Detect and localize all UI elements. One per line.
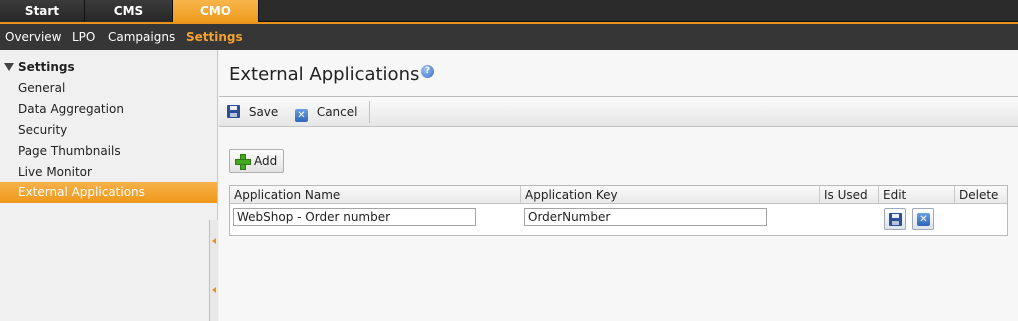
- cancel-icon: ✕: [917, 213, 930, 226]
- row-cancel-button[interactable]: ✕: [912, 208, 934, 230]
- plus-icon: [235, 154, 251, 170]
- column-delete: Delete: [959, 188, 999, 202]
- save-icon: [889, 213, 902, 226]
- sidebar-item-general[interactable]: General: [0, 78, 217, 99]
- sidebar: Settings General Data Aggregation Securi…: [0, 50, 218, 321]
- column-edit: Edit: [879, 186, 955, 204]
- tab-cmo[interactable]: CMO: [173, 0, 259, 22]
- column-application-key[interactable]: Application Key: [521, 186, 820, 204]
- sidebar-item-security[interactable]: Security: [0, 120, 217, 141]
- top-tab-bar: Start CMS CMO: [0, 0, 1018, 22]
- cancel-button-label: Cancel: [316, 105, 358, 119]
- table-header: Application Name Application Key Is Used…: [230, 186, 1007, 204]
- subnav-overview[interactable]: Overview: [5, 24, 62, 50]
- cancel-button[interactable]: ✕ Cancel: [295, 97, 357, 127]
- application-key-input[interactable]: [524, 208, 767, 226]
- main-panel: External Applications ? Save ✕ Cancel Ad…: [219, 50, 1018, 321]
- sidebar-header[interactable]: Settings: [4, 60, 75, 74]
- subnav-settings[interactable]: Settings: [186, 24, 243, 50]
- column-is-used[interactable]: Is Used: [820, 186, 879, 204]
- add-button-label: Add: [254, 154, 278, 168]
- save-button-label: Save: [248, 105, 279, 119]
- sidebar-item-page-thumbnails[interactable]: Page Thumbnails: [0, 141, 217, 162]
- sidebar-header-label: Settings: [18, 60, 75, 74]
- collapse-arrow-icon-lower[interactable]: [212, 287, 216, 293]
- cancel-icon: ✕: [295, 109, 308, 122]
- tab-start[interactable]: Start: [0, 0, 85, 22]
- help-icon[interactable]: ?: [421, 65, 434, 78]
- sidebar-item-external-applications[interactable]: External Applications: [0, 182, 217, 203]
- applications-table: Application Name Application Key Is Used…: [229, 185, 1008, 236]
- sub-nav: Overview LPO Campaigns Settings: [0, 22, 1018, 50]
- subnav-lpo[interactable]: LPO: [72, 24, 95, 50]
- application-name-input[interactable]: [233, 208, 476, 226]
- add-button[interactable]: Add: [229, 149, 284, 173]
- expand-arrow-icon[interactable]: [4, 63, 14, 71]
- row-save-button[interactable]: [884, 208, 906, 230]
- toolbar-separator: [369, 101, 370, 123]
- subnav-campaigns[interactable]: Campaigns: [108, 24, 175, 50]
- sidebar-splitter[interactable]: [209, 220, 218, 321]
- collapse-arrow-icon[interactable]: [212, 238, 216, 244]
- sidebar-item-data-aggregation[interactable]: Data Aggregation: [0, 99, 217, 120]
- sidebar-item-live-monitor[interactable]: Live Monitor: [0, 162, 217, 183]
- save-icon: [227, 105, 240, 118]
- column-application-name[interactable]: Application Name: [230, 186, 521, 204]
- tab-cms[interactable]: CMS: [85, 0, 173, 22]
- page-title: External Applications: [229, 64, 420, 85]
- table-row: ✕: [230, 205, 1007, 235]
- save-button[interactable]: Save: [227, 97, 278, 127]
- toolbar: Save ✕ Cancel: [219, 96, 1018, 127]
